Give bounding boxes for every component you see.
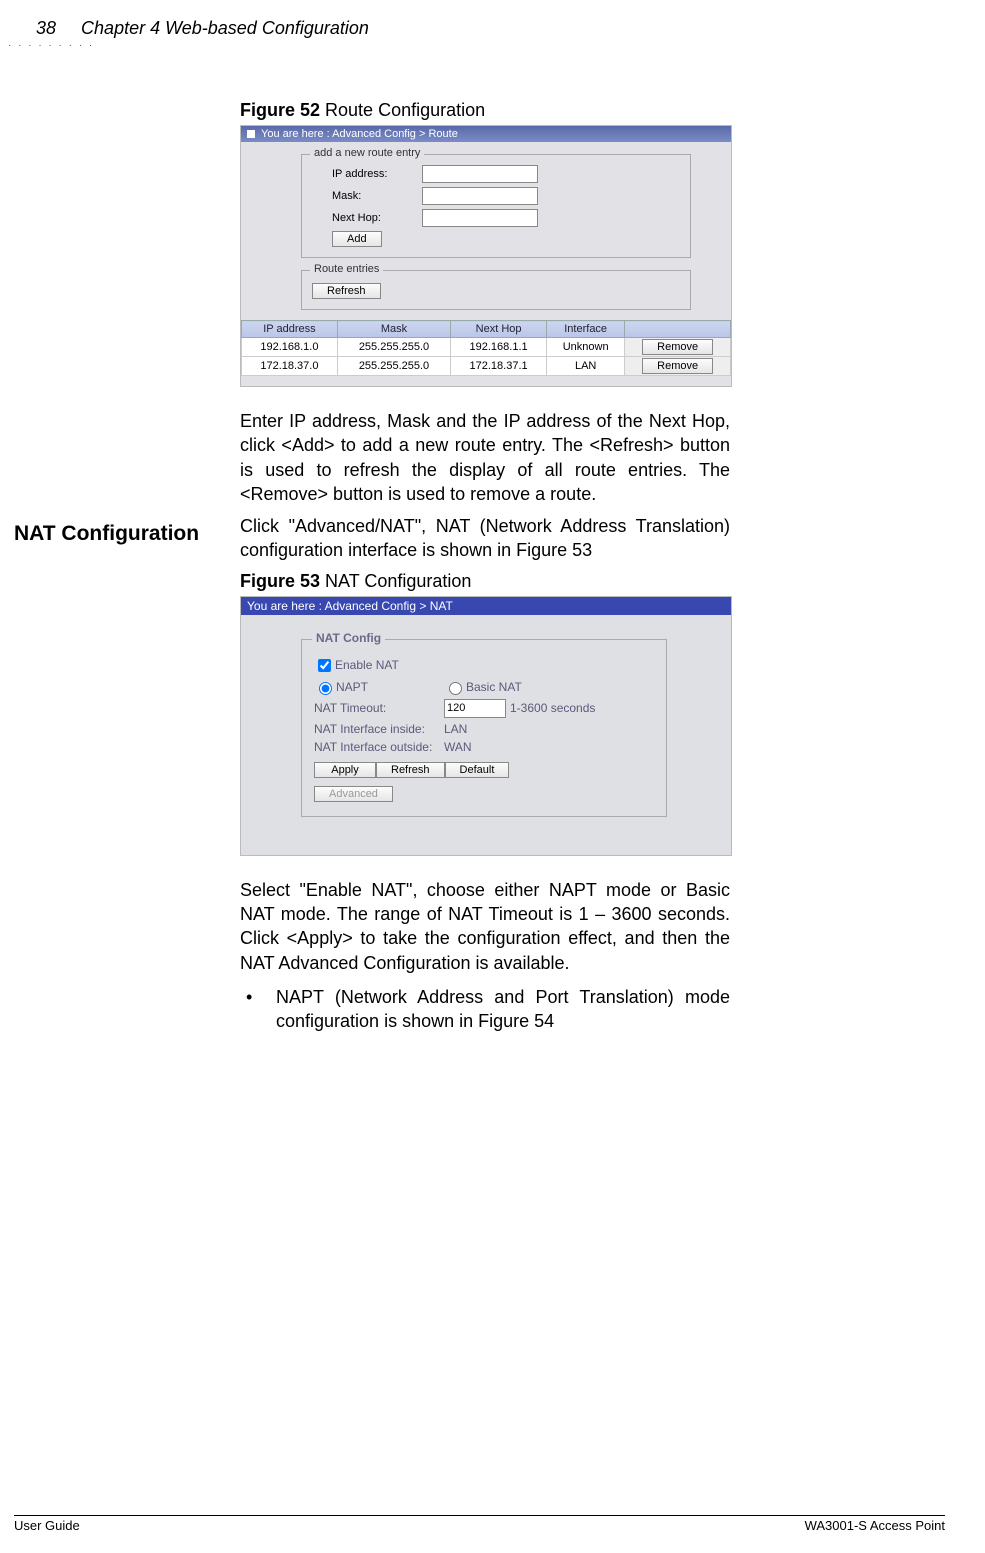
bullet-text: NAPT (Network Address and Port Translati… [276, 985, 730, 1034]
add-button[interactable]: Add [332, 231, 382, 247]
advanced-button[interactable]: Advanced [314, 786, 393, 802]
cell-mask: 255.255.255.0 [337, 357, 450, 376]
routes-table: IP address Mask Next Hop Interface 192.1… [241, 320, 731, 376]
nexthop-input[interactable] [422, 209, 538, 227]
figure52-label: Figure 52 [240, 100, 320, 120]
figure52-screenshot: You are here : Advanced Config > Route a… [240, 125, 732, 387]
ip-label: IP address: [332, 168, 422, 180]
col-action [625, 321, 731, 338]
breadcrumb: You are here : Advanced Config > Route [241, 126, 731, 142]
paragraph-nat-intro: Click "Advanced/NAT", NAT (Network Addre… [240, 514, 730, 563]
page-footer: User Guide WA3001-S Access Point [14, 1515, 945, 1533]
basic-nat-label: Basic NAT [466, 680, 522, 694]
figure53-label: Figure 53 [240, 571, 320, 591]
footer-left: User Guide [14, 1518, 80, 1533]
route-entries-legend: Route entries [310, 263, 383, 275]
nat-config-fieldset: NAT Config Enable NAT NAPT Basic NAT NAT… [301, 639, 667, 817]
ip-input[interactable] [422, 165, 538, 183]
cell-nexthop: 172.18.37.1 [451, 357, 547, 376]
add-route-legend: add a new route entry [310, 147, 424, 159]
breadcrumb-text: You are here : Advanced Config > Route [261, 128, 458, 140]
remove-button[interactable]: Remove [642, 339, 713, 355]
page-number: 38 [36, 18, 56, 38]
col-ip: IP address [242, 321, 338, 338]
add-route-fieldset: add a new route entry IP address: Mask: … [301, 154, 691, 258]
breadcrumb: You are here : Advanced Config > NAT [241, 597, 731, 615]
paragraph-route-desc: Enter IP address, Mask and the IP addres… [240, 409, 730, 506]
refresh-button[interactable]: Refresh [376, 762, 445, 778]
decorative-dots: · · · · · · · · · [8, 40, 94, 51]
figure53-caption: Figure 53 NAT Configuration [240, 571, 730, 592]
mask-label: Mask: [332, 190, 422, 202]
figure53-screenshot: You are here : Advanced Config > NAT NAT… [240, 596, 732, 856]
refresh-button[interactable]: Refresh [312, 283, 381, 299]
figure53-title: NAT Configuration [320, 571, 471, 591]
apply-button[interactable]: Apply [314, 762, 376, 778]
nat-outside-value: WAN [444, 740, 472, 754]
enable-nat-checkbox[interactable] [318, 659, 331, 672]
remove-button[interactable]: Remove [642, 358, 713, 374]
paragraph-nat-desc: Select "Enable NAT", choose either NAPT … [240, 878, 730, 975]
enable-nat-label: Enable NAT [335, 658, 399, 672]
basic-nat-radio[interactable] [449, 682, 462, 695]
bullet-icon: • [240, 985, 276, 1034]
cell-ip: 172.18.37.0 [242, 357, 338, 376]
section-heading-nat: NAT Configuration [14, 522, 199, 546]
bullet-napt: • NAPT (Network Address and Port Transla… [240, 985, 730, 1034]
cell-nexthop: 192.168.1.1 [451, 338, 547, 357]
nat-timeout-hint: 1-3600 seconds [510, 701, 595, 715]
cell-iface: Unknown [547, 338, 625, 357]
mask-input[interactable] [422, 187, 538, 205]
nexthop-label: Next Hop: [332, 212, 422, 224]
col-interface: Interface [547, 321, 625, 338]
nat-inside-label: NAT Interface inside: [314, 722, 444, 736]
cell-mask: 255.255.255.0 [337, 338, 450, 357]
col-nexthop: Next Hop [451, 321, 547, 338]
chapter-title: Chapter 4 Web-based Configuration [81, 18, 369, 38]
breadcrumb-icon [247, 130, 255, 138]
cell-iface: LAN [547, 357, 625, 376]
nat-outside-label: NAT Interface outside: [314, 740, 444, 754]
figure52-caption: Figure 52 Route Configuration [240, 100, 730, 121]
footer-right: WA3001-S Access Point [805, 1518, 945, 1533]
nat-config-legend: NAT Config [312, 631, 385, 645]
nat-inside-value: LAN [444, 722, 467, 736]
page-header: 38 Chapter 4 Web-based Configuration [36, 18, 369, 39]
figure52-title: Route Configuration [320, 100, 485, 120]
route-entries-fieldset: Route entries Refresh [301, 270, 691, 310]
nat-timeout-label: NAT Timeout: [314, 701, 444, 715]
default-button[interactable]: Default [445, 762, 510, 778]
table-row: 172.18.37.0 255.255.255.0 172.18.37.1 LA… [242, 357, 731, 376]
table-header-row: IP address Mask Next Hop Interface [242, 321, 731, 338]
nat-timeout-input[interactable] [444, 699, 506, 718]
napt-radio[interactable] [319, 682, 332, 695]
cell-ip: 192.168.1.0 [242, 338, 338, 357]
napt-label: NAPT [336, 680, 368, 694]
col-mask: Mask [337, 321, 450, 338]
table-row: 192.168.1.0 255.255.255.0 192.168.1.1 Un… [242, 338, 731, 357]
